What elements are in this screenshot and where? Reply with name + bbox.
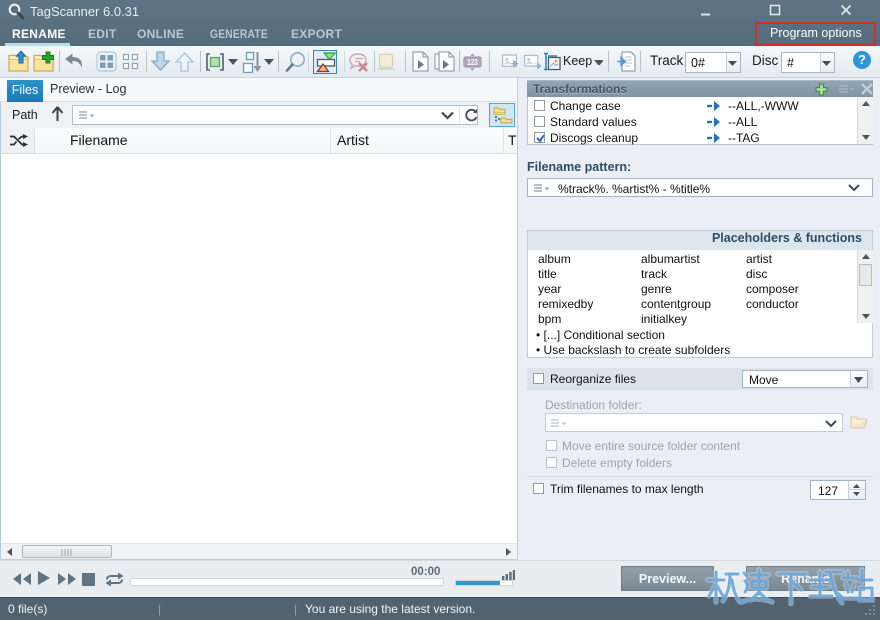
svg-text:123: 123 <box>467 57 478 67</box>
